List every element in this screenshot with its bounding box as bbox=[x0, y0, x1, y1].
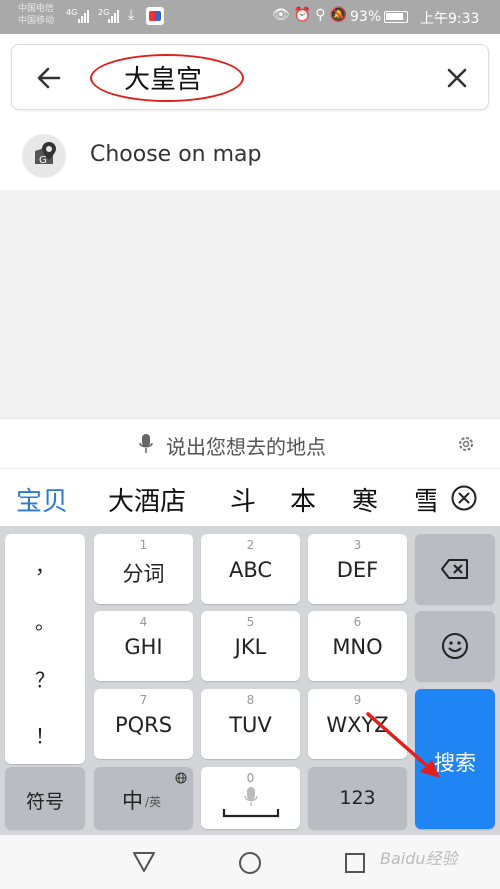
svg-text:G: G bbox=[39, 155, 47, 166]
map-pin-icon: G bbox=[22, 134, 66, 178]
punct-question[interactable]: ？ bbox=[5, 664, 85, 693]
voice-prompt: 说出您想去的地点 bbox=[166, 435, 326, 459]
symbol-key[interactable]: 符号 bbox=[5, 767, 85, 829]
key-4[interactable]: 4 GHI bbox=[94, 611, 193, 681]
nav-back-icon[interactable] bbox=[132, 851, 156, 873]
nav-recents-icon[interactable] bbox=[344, 852, 366, 874]
back-arrow-icon[interactable] bbox=[34, 63, 64, 93]
carrier-1: 中国电信 bbox=[18, 4, 55, 14]
punct-exclaim[interactable]: ！ bbox=[5, 720, 85, 749]
app-notification-icon bbox=[146, 7, 164, 25]
choose-on-map-row[interactable]: G Choose on map bbox=[0, 120, 500, 190]
punctuation-column[interactable]: ， 。 ？ ！ bbox=[5, 534, 85, 764]
language-key[interactable]: 中 /英 bbox=[94, 767, 193, 829]
punct-comma[interactable]: ， bbox=[5, 550, 85, 579]
choose-on-map-label: Choose on map bbox=[90, 142, 262, 167]
keyboard: ， 。 ？ ！ 1 分词 2 ABC 3 DEF 4 GHI 5 JKL 6 MNO 7 PQ… bbox=[0, 526, 500, 835]
key-1[interactable]: 1 分词 bbox=[94, 534, 193, 604]
results-area bbox=[0, 190, 500, 418]
status-bar: 中国电信 中国移动 4G 2G ⤓ 👁⏰⚲🔕 93% 上午9:33 bbox=[0, 0, 500, 34]
backspace-icon bbox=[441, 559, 468, 579]
signal-1-icon bbox=[78, 10, 92, 23]
key-6[interactable]: 6 MNO bbox=[308, 611, 407, 681]
search-input[interactable]: 大皇宫 bbox=[124, 59, 202, 96]
signal-2-icon bbox=[108, 10, 122, 23]
backspace-key[interactable] bbox=[415, 534, 495, 604]
watermark: Baidu经验 bbox=[380, 849, 458, 868]
space-mic-icon bbox=[222, 787, 280, 818]
key-2[interactable]: 2 ABC bbox=[201, 534, 300, 604]
carrier-2: 中国移动 bbox=[18, 16, 55, 26]
key-5[interactable]: 5 JKL bbox=[201, 611, 300, 681]
download-icon: ⤓ bbox=[128, 7, 135, 23]
nav-home-icon[interactable] bbox=[238, 851, 262, 875]
candidate-1[interactable]: 宝贝 bbox=[16, 481, 68, 518]
emoji-key[interactable] bbox=[415, 611, 495, 681]
candidate-6[interactable]: 雪 bbox=[414, 481, 436, 518]
key-8[interactable]: 8 TUV bbox=[201, 689, 300, 759]
candidate-3[interactable]: 斗 bbox=[230, 481, 256, 518]
candidate-5[interactable]: 寒 bbox=[352, 481, 378, 518]
punct-period[interactable]: 。 bbox=[5, 606, 85, 635]
network-type-1: 4G bbox=[66, 8, 78, 17]
candidate-bar: 宝贝 大酒店 斗 本 寒 雪 bbox=[0, 468, 500, 526]
battery-percent: 93% bbox=[350, 9, 382, 25]
close-candidates-icon[interactable] bbox=[450, 484, 478, 512]
status-icons: 👁⏰⚲🔕 bbox=[272, 7, 351, 23]
gear-icon[interactable] bbox=[456, 434, 476, 454]
globe-icon bbox=[175, 772, 187, 784]
battery-icon bbox=[384, 11, 408, 23]
annotation-arrow bbox=[366, 712, 440, 778]
space-key[interactable]: 0 bbox=[201, 767, 300, 829]
mic-icon bbox=[139, 434, 153, 453]
key-3[interactable]: 3 DEF bbox=[308, 534, 407, 604]
clock: 上午9:33 bbox=[420, 11, 480, 27]
clear-icon[interactable] bbox=[442, 63, 472, 93]
candidate-2[interactable]: 大酒店 bbox=[108, 481, 186, 518]
key-7[interactable]: 7 PQRS bbox=[94, 689, 193, 759]
search-bar: 大皇宫 bbox=[11, 44, 489, 110]
voice-input-bar[interactable]: 说出您想去的地点 bbox=[0, 418, 500, 468]
smiley-icon bbox=[442, 633, 468, 659]
carrier-labels: 中国电信 中国移动 bbox=[18, 3, 54, 27]
candidate-4[interactable]: 本 bbox=[290, 481, 316, 518]
